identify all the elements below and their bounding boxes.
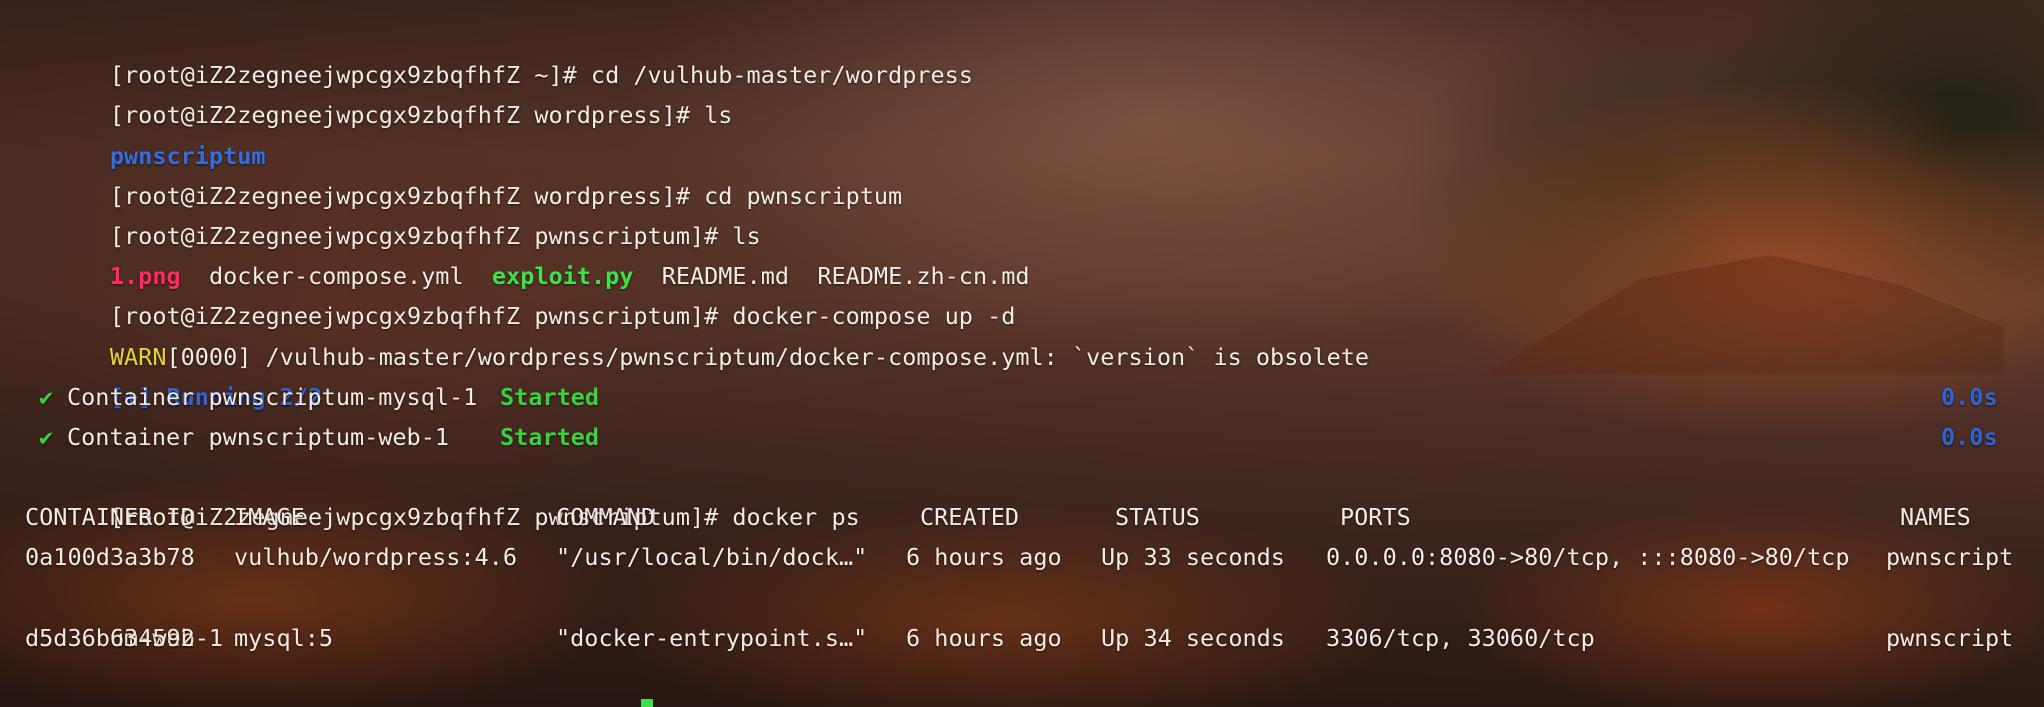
command-line: [root@iZ2zegneejwpcgx9zbqfhfZ pwnscriptu… xyxy=(25,176,2044,250)
cell-status: Up 34 seconds xyxy=(1101,623,1285,652)
column-header-created: CREATED xyxy=(920,503,1020,532)
table-row: d5d36b634592 mysql:5 "docker-entrypoint.… xyxy=(25,618,2044,658)
table-row: 0a100d3a3b78 vulhub/wordpress:4.6 "/usr/… xyxy=(25,537,2044,577)
container-name: Container pwnscriptum-mysql-1 xyxy=(67,382,478,411)
command-line: [root@iZ2zegneejwpcgx9zbqfhfZ ~]# cd /vu… xyxy=(25,15,2044,89)
column-header-command: COMMAND xyxy=(556,503,656,532)
cell-ports: 0.0.0.0:8080->80/tcp, :::8080->80/tcp xyxy=(1326,543,1850,572)
checkmark-icon: ✔ xyxy=(39,422,54,451)
running-status-line: [+] Running 2/2 xyxy=(25,337,2044,411)
terminal-output: [root@iZ2zegneejwpcgx9zbqfhfZ ~]# cd /vu… xyxy=(25,15,2044,707)
command-line: [root@iZ2zegneejwpcgx9zbqfhfZ pwnscriptu… xyxy=(25,457,2044,531)
cell-names: pwnscript xyxy=(1886,543,2014,572)
terminal-window[interactable]: [root@iZ2zegneejwpcgx9zbqfhfZ ~]# cd /vu… xyxy=(0,0,2044,707)
column-header-names: NAMES xyxy=(1900,503,1971,532)
table-row-wrap: um-web-1 xyxy=(25,578,2044,652)
container-name: Container pwnscriptum-web-1 xyxy=(67,422,450,451)
cell-command: "docker-entrypoint.s…" xyxy=(556,623,868,652)
column-header-container-id: CONTAINER ID xyxy=(25,503,195,532)
cell-status: Up 33 seconds xyxy=(1101,543,1285,572)
container-status: Started xyxy=(500,382,600,411)
ls-output-line: pwnscriptum xyxy=(25,95,2044,170)
checkmark-icon: ✔ xyxy=(39,382,54,411)
table-row-wrap: um-mysql-1 xyxy=(25,658,2044,707)
cell-command: "/usr/local/bin/dock…" xyxy=(556,543,868,572)
cell-container-id: d5d36b634592 xyxy=(25,623,195,652)
container-duration: 0.0s xyxy=(1941,422,1998,451)
cell-image: mysql:5 xyxy=(234,623,334,652)
container-status: Started xyxy=(500,422,600,451)
cell-container-id: 0a100d3a3b78 xyxy=(25,543,195,572)
column-header-status: STATUS xyxy=(1115,503,1200,532)
cell-names: pwnscript xyxy=(1886,623,2014,652)
cell-created: 6 hours ago xyxy=(906,623,1062,652)
column-header-ports: PORTS xyxy=(1340,503,1411,532)
container-status-line: ✔ Container pwnscriptum-web-1 Started 0.… xyxy=(25,417,2044,457)
ps-header-row: CONTAINER ID IMAGE COMMAND CREATED STATU… xyxy=(25,497,2044,537)
cell-created: 6 hours ago xyxy=(906,543,1062,572)
warning-line: WARN[0000] /vulhub-master/wordpress/pwns… xyxy=(25,296,2044,371)
text-cursor xyxy=(641,699,653,707)
container-duration: 0.0s xyxy=(1941,382,1998,411)
command-line: [root@iZ2zegneejwpcgx9zbqfhfZ wordpress]… xyxy=(25,136,2044,210)
ls-output-line: 1.png docker-compose.yml exploit.py READ… xyxy=(25,216,2044,290)
command-line: [root@iZ2zegneejwpcgx9zbqfhfZ pwnscriptu… xyxy=(25,256,2044,330)
cell-image: vulhub/wordpress:4.6 xyxy=(234,543,517,572)
command-line: [root@iZ2zegneejwpcgx9zbqfhfZ wordpress]… xyxy=(25,55,2044,129)
cell-ports: 3306/tcp, 33060/tcp xyxy=(1326,623,1595,652)
container-status-line: ✔ Container pwnscriptum-mysql-1 Started … xyxy=(25,377,2044,417)
column-header-image: IMAGE xyxy=(234,503,305,532)
